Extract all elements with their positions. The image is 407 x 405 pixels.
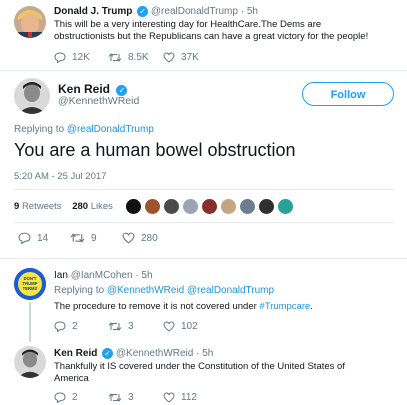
retweet-button[interactable]: 3 [108, 321, 134, 332]
tweet-time[interactable]: · 5h [135, 270, 152, 281]
reply-count: 14 [37, 232, 49, 244]
author-name[interactable]: Donald J. Trump [54, 6, 132, 17]
svg-text:TERMS: TERMS [23, 286, 38, 291]
divider [0, 70, 407, 71]
reply-count: 2 [72, 321, 78, 332]
like-button[interactable]: 112 [163, 392, 197, 403]
retweet-count: 8.5K [128, 52, 149, 63]
replying-to: Replying to @realDonaldTrump [14, 124, 154, 135]
tweet-text: You are a human bowel obstruction [14, 140, 296, 160]
retweet-count: 3 [128, 321, 134, 332]
heart-icon [163, 321, 175, 332]
tweet1-header: Donald J. Trump ✓ @realDonaldTrump · 5h [54, 6, 258, 17]
heart-icon [122, 232, 135, 244]
reply2-header: Ken Reid ✓ @KennethWReid · 5h [54, 348, 213, 359]
like-button[interactable]: 37K [163, 52, 199, 63]
liker-avatar[interactable] [183, 199, 198, 214]
liker-avatar[interactable] [240, 199, 255, 214]
stats-row: 9 Retweets 280 Likes [14, 201, 113, 212]
retweets-stat[interactable]: 9 Retweets [14, 201, 62, 212]
like-count: 280 [141, 232, 158, 244]
verified-icon: ✓ [102, 348, 114, 359]
liker-avatar[interactable] [278, 199, 293, 214]
reply-icon [54, 321, 66, 332]
hashtag-link[interactable]: #Trumpcare [259, 301, 310, 312]
like-button[interactable]: 102 [163, 321, 198, 332]
reply-count: 2 [72, 392, 78, 403]
liker-avatar[interactable] [164, 199, 179, 214]
like-count: 112 [181, 392, 197, 403]
retweet-count: 3 [128, 392, 134, 403]
retweet-icon [108, 322, 122, 331]
reply-icon [18, 232, 31, 244]
like-count: 37K [181, 52, 199, 63]
retweet-count: 9 [91, 232, 97, 244]
author-handle[interactable]: @KennethWReid [58, 95, 139, 107]
retweet-button[interactable]: 3 [108, 392, 134, 403]
liker-avatar[interactable] [202, 199, 217, 214]
reply-icon [54, 392, 66, 403]
tweet-timestamp[interactable]: 5:20 AM - 25 Jul 2017 [14, 171, 106, 182]
retweet-button[interactable]: 8.5K [108, 52, 149, 63]
reply-button[interactable]: 14 [18, 232, 48, 244]
author-handle[interactable]: @realDonaldTrump [151, 6, 238, 17]
avatar-trump[interactable] [14, 6, 46, 38]
reply-button[interactable]: 2 [54, 392, 78, 403]
replying-to: Replying to @KennethWReid @realDonaldTru… [54, 285, 275, 296]
liker-avatar[interactable] [259, 199, 274, 214]
avatar-ken-reid[interactable] [14, 78, 50, 114]
mention-link[interactable]: @realDonaldTrump [67, 124, 154, 135]
author-handle[interactable]: @KennethWReid [116, 348, 193, 359]
reply1-header: Ian @IanMCohen · 5h [54, 270, 153, 281]
author-name[interactable]: Ken Reid [58, 82, 110, 96]
reply-button[interactable]: 12K [54, 52, 90, 63]
likes-stat[interactable]: 280 Likes [72, 201, 113, 212]
reply2-text: Thankfully it IS covered under the Const… [54, 361, 345, 384]
heart-icon [163, 392, 175, 403]
reply1-text: The procedure to remove it is not covere… [54, 301, 313, 312]
retweet-button[interactable]: 9 [70, 232, 97, 244]
tweet-time[interactable]: · 5h [196, 348, 213, 359]
reply-button[interactable]: 2 [54, 321, 78, 332]
like-button[interactable]: 280 [122, 232, 158, 244]
liker-avatar[interactable] [126, 199, 141, 214]
retweet-icon [70, 233, 85, 243]
tweet-time[interactable]: · 5h [241, 6, 258, 17]
like-count: 102 [181, 321, 198, 332]
author-handle[interactable]: @IanMCohen [71, 270, 133, 281]
divider [0, 258, 407, 259]
divider [14, 189, 394, 190]
avatar-ian[interactable]: DON'T TRUMP TERMS [14, 268, 46, 300]
author-name[interactable]: Ian [54, 270, 68, 281]
avatar-ken-reid[interactable] [14, 346, 46, 378]
retweet-icon [108, 393, 122, 402]
heart-icon [163, 52, 175, 63]
divider [14, 222, 394, 223]
author-name[interactable]: Ken Reid [54, 348, 97, 359]
liker-avatar[interactable] [145, 199, 160, 214]
verified-icon: ✓ [137, 6, 149, 17]
reply-icon [54, 52, 66, 63]
mention-link[interactable]: @KennethWReid @realDonaldTrump [107, 285, 274, 296]
follow-button[interactable]: Follow [302, 82, 394, 106]
liker-avatar[interactable] [221, 199, 236, 214]
thread-line [29, 302, 31, 342]
retweet-icon [108, 53, 122, 62]
reply-count: 12K [72, 52, 90, 63]
tweet1-text: This will be a very interesting day for … [54, 19, 369, 42]
